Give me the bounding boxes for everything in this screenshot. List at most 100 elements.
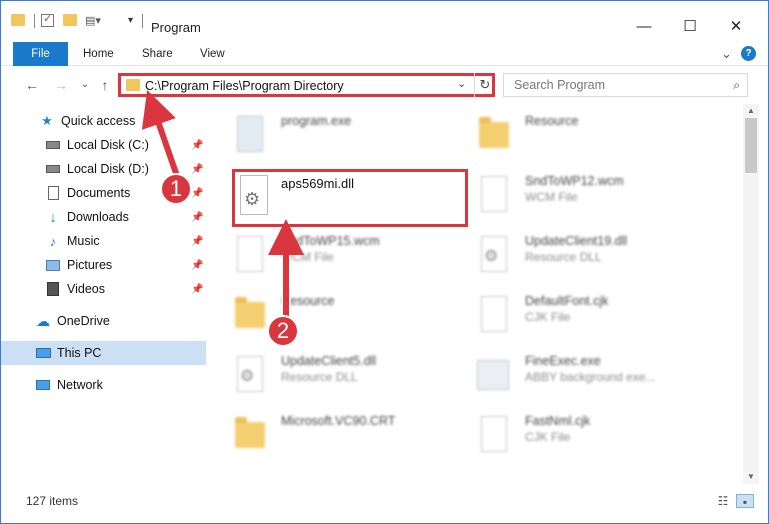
recent-locations-button[interactable]: ⌄ [75, 75, 95, 95]
file-name: aps569mi.dll [281, 176, 354, 191]
sidebar-item-this-pc[interactable]: This PC [1, 341, 206, 365]
sidebar-item-label: Quick access [61, 114, 136, 128]
doc-icon [233, 234, 267, 276]
sidebar-item-label: OneDrive [57, 314, 110, 328]
videos-icon [45, 281, 61, 297]
address-dropdown-icon[interactable]: ⌄ [457, 77, 466, 90]
dll-gear-icon: ⚙ [238, 175, 270, 217]
file-item[interactable]: SndToWP12.wcm WCM File [453, 164, 693, 224]
file-item[interactable]: FastNml.cjk CJK File [453, 404, 693, 464]
pictures-icon [45, 257, 61, 273]
address-path[interactable]: C:\Program Files\Program Directory [145, 79, 344, 93]
up-button[interactable]: ↑ [95, 75, 115, 95]
file-name: FineExec.exe [525, 354, 601, 368]
customize-toolbar-icon[interactable]: ▤▾ [85, 11, 101, 29]
file-item[interactable]: Resource [209, 284, 449, 344]
scroll-up-icon[interactable]: ▲ [743, 104, 759, 118]
minimize-button[interactable]: — [621, 11, 667, 41]
window-title: Program [151, 20, 201, 35]
sidebar-item-label: Documents [67, 186, 131, 200]
help-icon[interactable]: ? [741, 46, 756, 61]
pin-icon: 📌 [191, 163, 204, 175]
folder-icon[interactable] [11, 14, 25, 26]
scroll-down-icon[interactable]: ▼ [743, 470, 759, 484]
new-folder-icon[interactable] [63, 11, 77, 29]
navigation-pane: ★ Quick access Local Disk (C:) 📌 Local D… [1, 104, 208, 484]
expand-ribbon-icon[interactable]: ⌄ [721, 42, 732, 66]
downloads-icon: ↓ [49, 208, 57, 226]
address-bar[interactable]: C:\Program Files\Program Directory ⌄ ↻ [118, 73, 495, 97]
sidebar-item-quick-access[interactable]: ★ Quick access [1, 109, 206, 133]
file-type: WCM File [525, 190, 578, 204]
file-type: ABBY background exe... [525, 370, 656, 384]
details-view-icon[interactable]: ☷ [714, 494, 732, 508]
file-list: program.exe Resource SndToWP12.wcm WCM F… [209, 104, 743, 484]
properties-icon[interactable]: ✓ [41, 11, 54, 29]
file-name: Resource [281, 294, 335, 308]
sidebar-item-network[interactable]: Network [1, 373, 206, 397]
sidebar-item-local-disk-c[interactable]: Local Disk (C:) 📌 [1, 133, 206, 157]
refresh-button[interactable]: ↻ [474, 73, 495, 97]
forward-button[interactable]: → [51, 75, 71, 95]
file-name: DefaultFont.cjk [525, 294, 609, 308]
file-item[interactable]: SndToWP15.wcm WCM File [209, 224, 449, 284]
tab-file[interactable]: File [13, 42, 68, 66]
file-item[interactable]: Microsoft.VC90.CRT [209, 404, 449, 464]
scroll-thumb[interactable] [745, 118, 757, 173]
sidebar-item-label: Local Disk (D:) [67, 162, 149, 176]
sidebar-item-label: Downloads [67, 210, 129, 224]
navigation-bar: ← → ⌄ ↑ C:\Program Files\Program Directo… [1, 67, 768, 103]
callout-1: 1 [160, 173, 192, 205]
search-input[interactable]: Search Program [514, 78, 605, 92]
tab-view[interactable]: View [200, 42, 225, 66]
file-item[interactable]: program.exe [209, 104, 449, 164]
highlighted-file-item[interactable]: ⚙ aps569mi.dll [232, 169, 468, 227]
file-name: SndToWP12.wcm [525, 174, 624, 188]
file-name: Microsoft.VC90.CRT [281, 414, 396, 428]
file-item[interactable]: FineExec.exe ABBY background exe... [453, 344, 693, 404]
sidebar-item-pictures[interactable]: Pictures 📌 [1, 253, 206, 277]
file-name: FastNml.cjk [525, 414, 591, 428]
drive-icon [45, 161, 61, 177]
ribbon-tabs: File Home Share View ⌄ ? [1, 42, 768, 66]
doc-icon [477, 174, 511, 216]
close-button[interactable]: ✕ [713, 11, 759, 41]
toolbar-dropdown-icon[interactable]: ▾ [128, 11, 133, 29]
explorer-window: ✓ ▤▾ ▾ Program — ☐ ✕ File Home Share Vie… [0, 0, 769, 524]
back-button[interactable]: ← [22, 75, 42, 95]
file-item[interactable]: ⚙ UpdateClient5.dll Resource DLL [209, 344, 449, 404]
file-name: UpdateClient5.dll [281, 354, 377, 368]
file-item[interactable]: ⚙ UpdateClient19.dll Resource DLL [453, 224, 693, 284]
search-box[interactable]: Search Program ⌕ [503, 73, 748, 97]
large-icons-view-icon[interactable]: ▪ [736, 494, 754, 509]
maximize-button[interactable]: ☐ [667, 11, 713, 41]
file-type: CJK File [525, 310, 571, 324]
title-divider [142, 14, 143, 28]
sidebar-item-videos[interactable]: Videos 📌 [1, 277, 206, 301]
star-icon: ★ [41, 113, 53, 128]
file-item[interactable]: Resource [453, 104, 693, 164]
sidebar-item-downloads[interactable]: ↓ Downloads 📌 [1, 205, 206, 229]
vertical-scrollbar[interactable]: ▲ ▼ [743, 104, 759, 484]
dll-gear-icon: ⚙ [477, 234, 511, 276]
pin-icon: 📌 [191, 211, 204, 223]
exe-icon [477, 354, 511, 396]
sidebar-item-label: Network [57, 378, 103, 392]
file-name: program.exe [281, 114, 352, 128]
documents-icon [45, 185, 61, 201]
folder-icon [126, 79, 140, 91]
tab-home[interactable]: Home [83, 42, 114, 66]
title-bar: ✓ ▤▾ ▾ Program — ☐ ✕ [1, 1, 768, 39]
file-item[interactable]: DefaultFont.cjk CJK File [453, 284, 693, 344]
sidebar-item-music[interactable]: ♪ Music 📌 [1, 229, 206, 253]
file-name: SndToWP15.wcm [281, 234, 380, 248]
exe-icon [233, 114, 267, 156]
search-icon[interactable]: ⌕ [733, 78, 740, 93]
network-icon [35, 377, 51, 393]
sidebar-item-label: Pictures [67, 258, 113, 272]
file-type: WCM File [281, 250, 334, 264]
doc-icon [477, 294, 511, 336]
sidebar-item-onedrive[interactable]: ☁ OneDrive [1, 309, 206, 333]
pin-icon: 📌 [191, 139, 204, 151]
tab-share[interactable]: Share [142, 42, 173, 66]
